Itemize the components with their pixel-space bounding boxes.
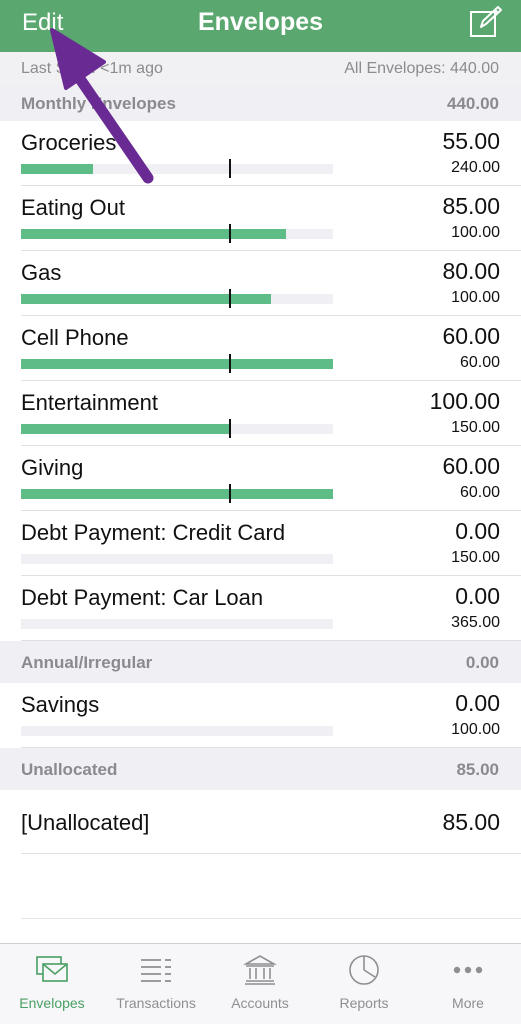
section-header-annual: Annual/Irregular 0.00 <box>0 641 521 683</box>
tab-label: More <box>452 995 484 1011</box>
envelope-row-debt-payment-credit-card[interactable]: Debt Payment: Credit Card 0.00 150.00 <box>0 511 521 576</box>
envelope-row-groceries[interactable]: Groceries 55.00 240.00 <box>0 121 521 186</box>
tab-label: Envelopes <box>19 995 85 1011</box>
section-header-unallocated: Unallocated 85.00 <box>0 748 521 790</box>
envelope-amount: 80.00 <box>442 258 500 284</box>
period-marker <box>229 419 231 438</box>
envelope-name: Savings <box>21 692 100 717</box>
period-marker <box>229 354 231 373</box>
envelope-amount: 60.00 <box>442 323 500 349</box>
bank-icon <box>243 955 277 985</box>
more-dots-icon <box>453 966 483 974</box>
page-title: Envelopes <box>197 8 324 36</box>
envelope-budget: 100.00 <box>451 289 500 306</box>
envelope-progress-bar <box>21 726 333 736</box>
envelope-row-unallocated[interactable]: [Unallocated] 85.00 <box>0 790 521 854</box>
list-icon <box>141 959 171 982</box>
period-marker <box>229 224 231 243</box>
envelope-amount: 85.00 <box>442 809 500 835</box>
tab-bar: Envelopes Transactions Accounts Reports … <box>0 943 521 1024</box>
envelopes-icon <box>36 956 68 982</box>
tab-reports[interactable]: Reports <box>312 944 416 1024</box>
envelope-amount: 0.00 <box>455 518 500 544</box>
tab-label: Reports <box>339 995 389 1011</box>
section-title: Monthly Envelopes <box>21 94 176 113</box>
compose-icon[interactable] <box>469 5 503 39</box>
envelope-budget: 60.00 <box>459 484 500 501</box>
envelope-progress-fill <box>21 294 271 304</box>
envelope-row-savings[interactable]: Savings 0.00 100.00 <box>0 683 521 748</box>
envelope-budget: 240.00 <box>451 159 500 176</box>
envelope-amount: 60.00 <box>442 453 500 479</box>
envelope-budget: 150.00 <box>451 549 500 566</box>
envelope-progress-fill <box>21 164 93 174</box>
all-envelopes-total: All Envelopes: 440.00 <box>344 60 499 77</box>
tab-more[interactable]: More <box>416 944 520 1024</box>
section-total: 85.00 <box>456 760 499 779</box>
section-total: 440.00 <box>447 94 499 113</box>
envelope-progress-fill <box>21 359 333 369</box>
envelope-name: Groceries <box>21 130 117 155</box>
envelope-amount: 0.00 <box>455 690 500 716</box>
envelope-row-giving[interactable]: Giving 60.00 60.00 <box>0 446 521 511</box>
tab-label: Transactions <box>116 995 196 1011</box>
sync-status-bar: Last Sync: <1m ago All Envelopes: 440.00 <box>0 52 521 84</box>
tab-label: Accounts <box>231 995 289 1011</box>
pie-chart-icon <box>349 955 379 985</box>
envelope-progress-bar <box>21 619 333 629</box>
envelope-name: Debt Payment: Credit Card <box>21 520 286 545</box>
envelope-progress-bar <box>21 224 333 243</box>
envelope-row-cell-phone[interactable]: Cell Phone 60.00 60.00 <box>0 316 521 381</box>
tab-envelopes[interactable]: Envelopes <box>0 944 104 1024</box>
period-marker <box>229 159 231 178</box>
divider <box>21 918 521 919</box>
envelope-row-gas[interactable]: Gas 80.00 100.00 <box>0 251 521 316</box>
envelope-name: Entertainment <box>21 390 158 415</box>
section-title: Annual/Irregular <box>21 653 153 672</box>
last-sync-label: Last Sync: <1m ago <box>21 60 163 77</box>
navigation-bar: Edit Envelopes <box>0 0 521 52</box>
envelope-budget: 60.00 <box>459 354 500 371</box>
envelope-name: Debt Payment: Car Loan <box>21 585 264 610</box>
envelope-name: [Unallocated] <box>21 810 150 835</box>
envelope-budget: 365.00 <box>451 614 500 631</box>
envelope-progress-bar <box>21 159 333 178</box>
tab-accounts[interactable]: Accounts <box>208 944 312 1024</box>
envelope-name: Gas <box>21 260 62 285</box>
envelope-name: Eating Out <box>21 195 125 220</box>
envelope-progress-bar <box>21 484 333 503</box>
period-marker <box>229 289 231 308</box>
envelope-progress-fill <box>21 424 230 434</box>
tab-transactions[interactable]: Transactions <box>104 944 208 1024</box>
envelope-amount: 85.00 <box>442 193 500 219</box>
envelope-row-entertainment[interactable]: Entertainment 100.00 150.00 <box>0 381 521 446</box>
section-title: Unallocated <box>21 760 118 779</box>
section-header-monthly: Monthly Envelopes 440.00 <box>0 84 521 122</box>
envelope-progress-bar <box>21 419 333 438</box>
period-marker <box>229 484 231 503</box>
envelope-amount: 0.00 <box>455 583 500 609</box>
envelope-progress-fill <box>21 229 286 239</box>
envelope-row-debt-payment-car-loan[interactable]: Debt Payment: Car Loan 0.00 365.00 <box>0 576 521 641</box>
envelope-progress-bar <box>21 289 333 308</box>
envelope-row-eating-out[interactable]: Eating Out 85.00 100.00 <box>0 186 521 251</box>
envelope-progress-fill <box>21 489 333 499</box>
envelope-amount: 100.00 <box>429 388 500 414</box>
envelope-budget: 100.00 <box>451 224 500 241</box>
envelope-progress-bar <box>21 554 333 564</box>
envelope-budget: 100.00 <box>451 721 500 738</box>
envelope-budget: 150.00 <box>451 419 500 436</box>
envelope-amount: 55.00 <box>442 128 500 154</box>
envelope-name: Cell Phone <box>21 325 129 350</box>
envelope-progress-bar <box>21 354 333 373</box>
envelope-name: Giving <box>21 455 84 480</box>
section-total: 0.00 <box>465 653 499 672</box>
